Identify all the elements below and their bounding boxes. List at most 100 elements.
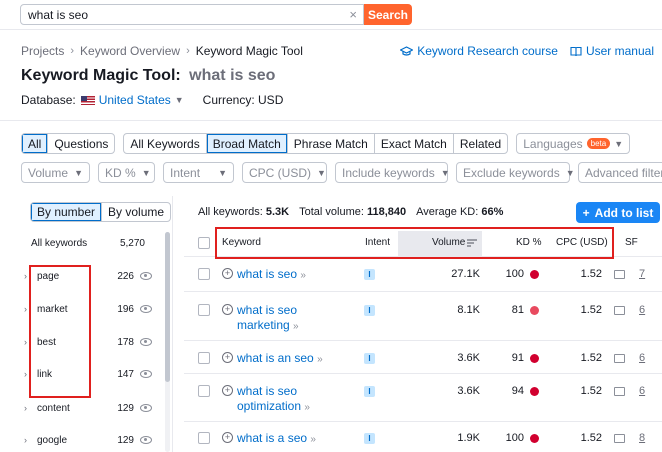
group-name: best: [37, 336, 56, 348]
breadcrumb-projects[interactable]: Projects: [21, 44, 64, 58]
group-item[interactable]: › google 129: [24, 433, 152, 447]
groups-scrollbar[interactable]: [165, 232, 170, 452]
keyword-cell[interactable]: + what is seo »: [222, 267, 306, 283]
keyword-link[interactable]: what is a seo: [237, 431, 307, 445]
tab-all-keywords[interactable]: All Keywords: [124, 134, 205, 153]
group-name: market: [37, 303, 68, 315]
plus-circle-icon[interactable]: +: [222, 432, 233, 443]
tab-related[interactable]: Related: [452, 134, 507, 153]
match-type-tabs: All Keywords Broad Match Phrase Match Ex…: [123, 133, 509, 154]
tab-questions[interactable]: Questions: [47, 134, 114, 153]
intent-filter[interactable]: Intent ▼: [163, 162, 234, 183]
group-count: 129: [117, 434, 134, 446]
keyword-link[interactable]: what is seo optimization: [237, 384, 301, 413]
column-keyword[interactable]: Keyword: [222, 237, 261, 248]
plus-circle-icon[interactable]: +: [222, 268, 233, 279]
exclude-keywords-filter[interactable]: Exclude keywords ▼: [456, 162, 575, 183]
plus-circle-icon[interactable]: +: [222, 385, 233, 396]
select-all-checkbox[interactable]: [198, 237, 210, 249]
scrollbar-thumb[interactable]: [165, 232, 170, 382]
breadcrumb-keyword-overview[interactable]: Keyword Overview: [80, 44, 180, 58]
chevrons-right-icon[interactable]: »: [300, 270, 306, 281]
clear-icon[interactable]: ×: [349, 8, 357, 21]
row-checkbox[interactable]: [198, 385, 210, 397]
add-to-list-button[interactable]: + Add to list: [576, 202, 660, 223]
keyword-cell[interactable]: + what is an seo »: [222, 351, 323, 367]
advanced-filters[interactable]: Advanced filters: [578, 162, 662, 183]
eye-icon[interactable]: [140, 404, 152, 412]
keyword-cell[interactable]: + what is seo marketing »: [222, 303, 342, 334]
volume-filter[interactable]: Volume ▼: [21, 162, 90, 183]
group-item[interactable]: › content 129: [24, 401, 152, 415]
sf-count[interactable]: 6: [639, 352, 645, 364]
group-item[interactable]: › best 178: [24, 335, 152, 349]
course-link[interactable]: Keyword Research course: [400, 44, 558, 58]
sf-count[interactable]: 6: [639, 385, 645, 397]
table-row: + what is seo optimization » I 3.6K 94 1.…: [184, 375, 662, 422]
search-button[interactable]: Search: [364, 4, 412, 25]
chevron-down-icon: ▼: [218, 167, 227, 178]
chevron-right-icon[interactable]: ›: [24, 304, 34, 314]
cpc-filter[interactable]: CPC (USD) ▼: [242, 162, 327, 183]
all-keywords-group[interactable]: All keywords 5,270: [31, 238, 145, 249]
chevron-right-icon[interactable]: ›: [24, 337, 34, 347]
column-volume[interactable]: Volume: [432, 237, 465, 248]
intent-badge: I: [364, 433, 375, 444]
chevrons-right-icon[interactable]: »: [317, 354, 323, 365]
volume-cell: 3.6K: [457, 385, 480, 397]
page-title: Keyword Magic Tool: what is seo: [21, 67, 275, 85]
sf-count[interactable]: 7: [639, 268, 645, 280]
eye-icon[interactable]: [140, 370, 152, 378]
chevron-down-icon: ▼: [141, 167, 151, 178]
tab-all[interactable]: All: [22, 134, 48, 153]
chevrons-right-icon[interactable]: »: [304, 402, 310, 413]
column-cpc[interactable]: CPC (USD): [556, 237, 608, 248]
group-item[interactable]: › market 196: [24, 302, 152, 316]
database-row: Database: United States ▼ Currency: USD: [21, 93, 283, 107]
tab-broad-match[interactable]: Broad Match: [205, 134, 287, 153]
manual-link[interactable]: User manual: [570, 44, 654, 58]
sf-count[interactable]: 6: [639, 304, 645, 316]
row-checkbox[interactable]: [198, 432, 210, 444]
keyword-link[interactable]: what is an seo: [237, 351, 314, 365]
row-checkbox[interactable]: [198, 304, 210, 316]
database-selector[interactable]: United States ▼: [80, 93, 184, 107]
keyword-cell[interactable]: + what is a seo »: [222, 431, 316, 447]
eye-icon[interactable]: [140, 305, 152, 313]
column-kd[interactable]: KD %: [516, 237, 542, 248]
tab-exact-match[interactable]: Exact Match: [373, 134, 453, 153]
eye-icon[interactable]: [140, 338, 152, 346]
row-checkbox[interactable]: [198, 268, 210, 280]
summary-value: 5.3K: [265, 206, 290, 218]
column-intent[interactable]: Intent: [365, 237, 390, 248]
keyword-cell[interactable]: + what is seo optimization »: [222, 384, 322, 415]
kd-difficulty-dot: [530, 434, 539, 443]
column-sf[interactable]: SF: [625, 237, 638, 248]
keyword-link[interactable]: what is seo marketing: [237, 303, 297, 332]
chevron-right-icon[interactable]: ›: [24, 403, 34, 413]
chevrons-right-icon[interactable]: »: [293, 321, 299, 332]
tab-phrase-match[interactable]: Phrase Match: [286, 134, 374, 153]
sort-by-volume[interactable]: By volume: [101, 203, 170, 221]
group-item[interactable]: › page 226: [24, 269, 152, 283]
chevron-right-icon[interactable]: ›: [24, 435, 34, 445]
chevron-right-icon[interactable]: ›: [24, 369, 34, 379]
chevron-right-icon[interactable]: ›: [24, 271, 34, 281]
row-checkbox[interactable]: [198, 352, 210, 364]
languages-dropdown[interactable]: Languages beta ▼: [516, 133, 631, 154]
kd-filter[interactable]: KD % ▼: [98, 162, 155, 183]
sf-count[interactable]: 8: [639, 432, 645, 444]
include-keywords-filter[interactable]: Include keywords ▼: [335, 162, 450, 183]
eye-icon[interactable]: [140, 436, 152, 444]
chevrons-right-icon[interactable]: »: [310, 434, 316, 445]
search-input[interactable]: what is seo ×: [20, 4, 364, 25]
plus-circle-icon[interactable]: +: [222, 304, 233, 315]
plus-circle-icon[interactable]: +: [222, 352, 233, 363]
group-count: 196: [117, 303, 134, 315]
keyword-link[interactable]: what is seo: [237, 267, 297, 281]
sort-by-number[interactable]: By number: [31, 203, 102, 221]
sort-desc-icon[interactable]: [467, 239, 477, 247]
group-item[interactable]: › link 147: [24, 367, 152, 381]
cpc-cell: 1.52: [580, 268, 602, 280]
eye-icon[interactable]: [140, 272, 152, 280]
